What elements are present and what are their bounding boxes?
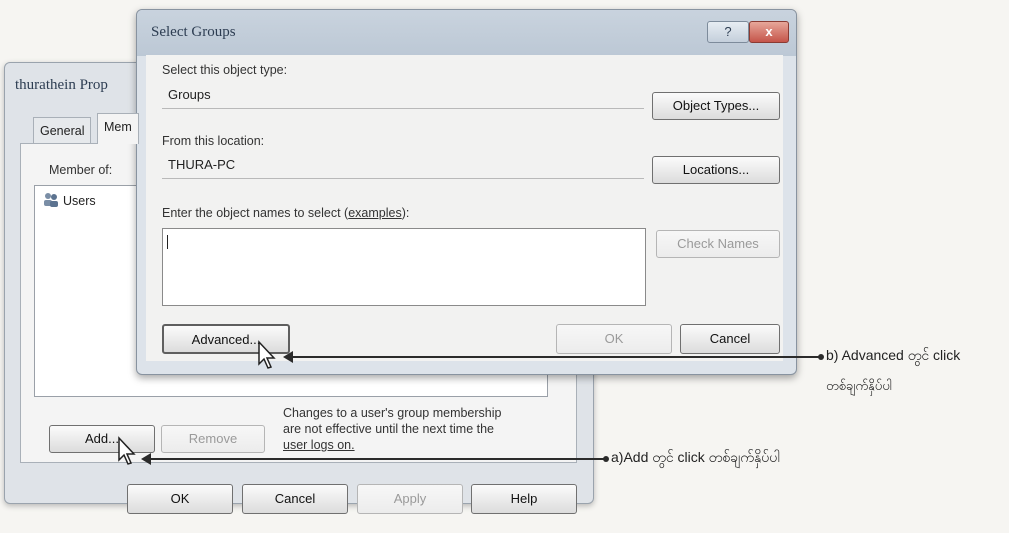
list-item[interactable]: Users — [43, 191, 96, 210]
dialog-cancel-button[interactable]: Cancel — [680, 324, 780, 354]
object-type-label: Select this object type: — [162, 63, 288, 77]
help-icon[interactable]: ? — [707, 21, 749, 43]
remove-button: Remove — [161, 425, 265, 453]
dialog-ok-button: OK — [556, 324, 672, 354]
names-label-text: Enter the object names to select ( — [162, 206, 349, 220]
object-types-button[interactable]: Object Types... — [652, 92, 780, 120]
annotation-b-line1: b) Advanced တွင် click — [826, 347, 961, 363]
examples-link[interactable]: examples — [348, 206, 402, 220]
object-names-label: Enter the object names to select (exampl… — [162, 206, 409, 220]
membership-note: Changes to a user's group membership are… — [283, 405, 501, 453]
note-line: Changes to a user's group membership — [283, 406, 502, 420]
annotation-a-line — [150, 458, 604, 460]
check-names-button: Check Names — [656, 230, 780, 258]
properties-window-title: thurathein Prop — [15, 77, 108, 93]
close-icon[interactable]: x — [749, 21, 789, 43]
annotation-a-dot — [603, 456, 609, 462]
add-button[interactable]: Add... — [49, 425, 155, 453]
ok-button[interactable]: OK — [127, 484, 233, 514]
member-of-label: Member of: — [49, 163, 113, 177]
location-label: From this location: — [162, 134, 265, 148]
list-item-label: Users — [63, 193, 96, 208]
users-group-icon — [43, 191, 59, 210]
apply-button: Apply — [357, 484, 463, 514]
tab-general[interactable]: General — [33, 117, 92, 144]
mouse-cursor-icon — [257, 340, 279, 373]
tab-member-of[interactable]: Mem — [97, 113, 139, 144]
dialog-title: Select Groups — [151, 24, 236, 40]
note-line: user logs on. — [283, 438, 355, 452]
object-type-field: Groups — [162, 84, 644, 109]
object-names-input[interactable] — [162, 228, 646, 306]
names-label-suffix: ): — [401, 206, 410, 220]
locations-button[interactable]: Locations... — [652, 156, 780, 184]
annotation-a-text: a)Add တွင် click တစ်ချက်နှိပ်ပါ — [611, 449, 780, 465]
text-caret — [167, 235, 168, 249]
annotation-b-line2: တစ်ချက်နှိပ်ပါ — [826, 378, 892, 393]
note-line: are not effective until the next time th… — [283, 422, 495, 436]
annotation-b-dot — [818, 354, 824, 360]
cancel-button[interactable]: Cancel — [242, 484, 348, 514]
help-button[interactable]: Help — [471, 484, 577, 514]
annotation-b-line — [292, 356, 819, 358]
mouse-cursor-icon — [117, 436, 139, 469]
location-field: THURA-PC — [162, 154, 644, 179]
